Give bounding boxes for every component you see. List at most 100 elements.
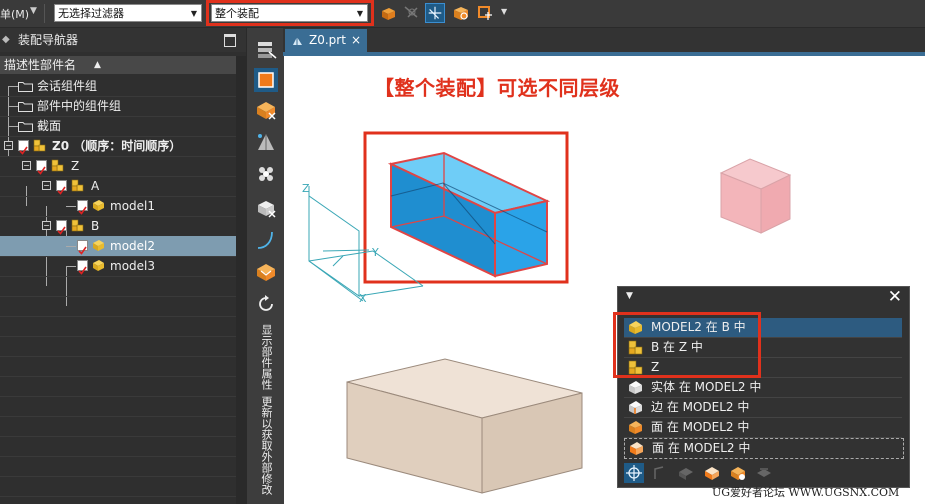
model3-body[interactable] bbox=[719, 158, 792, 234]
history-icon[interactable] bbox=[254, 228, 278, 252]
quick-pick-item-label: 面 在 MODEL2 中 bbox=[651, 420, 750, 434]
solid-body-icon bbox=[629, 381, 642, 394]
select-all-icon[interactable] bbox=[624, 463, 644, 483]
visibility-checkbox[interactable] bbox=[36, 160, 47, 175]
component-icon bbox=[93, 240, 104, 251]
select-body-icon[interactable] bbox=[451, 3, 471, 23]
update-external-changes-label[interactable]: 更新以获取外部修改 bbox=[258, 396, 274, 495]
chevron-down-icon[interactable]: ▼ bbox=[501, 7, 507, 16]
selection-filter-combo[interactable]: 无选择过滤器 ▼ bbox=[54, 4, 202, 22]
empty-row bbox=[0, 476, 236, 497]
collapse-icon[interactable]: − bbox=[42, 181, 51, 190]
tree-row-label: A bbox=[91, 179, 100, 193]
top-toolbar: 单(M) ▼ 无选择过滤器 ▼ 整个装配 ▼ ▼ bbox=[0, 0, 925, 28]
snap-point-icon[interactable] bbox=[425, 3, 445, 23]
collapse-icon[interactable]: − bbox=[4, 141, 13, 150]
assembly-navigator: ◆ 装配导航器 描述性部件名 ▲ 会话组件组 部件中的组件组 截面 − Z0 （… bbox=[0, 28, 246, 504]
empty-row bbox=[0, 276, 236, 297]
axis-z-label: Z bbox=[302, 182, 310, 195]
visibility-checkbox[interactable] bbox=[56, 220, 67, 235]
tree-row-model2[interactable]: model2 bbox=[0, 236, 236, 257]
tree-row-a[interactable]: − A bbox=[0, 176, 236, 197]
system-materials-icon[interactable] bbox=[254, 260, 278, 284]
hd3d-tools-icon[interactable] bbox=[254, 162, 278, 186]
navigator-title: 装配导航器 bbox=[18, 33, 79, 47]
quick-pick-dialog: ▼ ✕ MODEL2 在 B 中 B 在 Z 中 Z 实体 在 MODEL2 中… bbox=[613, 286, 910, 488]
feature-filter-icon[interactable] bbox=[754, 463, 774, 483]
reuse-library-icon[interactable] bbox=[254, 130, 278, 154]
quick-pick-item[interactable]: 实体 在 MODEL2 中 bbox=[624, 378, 902, 398]
collapse-icon[interactable]: − bbox=[22, 161, 31, 170]
tree-row-label: 会话组件组 bbox=[37, 79, 98, 93]
tree-row-model3[interactable]: model3 bbox=[0, 256, 236, 277]
tree-row-b[interactable]: − B bbox=[0, 216, 236, 237]
column-header[interactable]: 描述性部件名 ▲ bbox=[0, 56, 236, 74]
empty-row bbox=[0, 416, 236, 437]
face-icon bbox=[630, 442, 643, 455]
quick-pick-item-label: 边 在 MODEL2 中 bbox=[651, 400, 750, 414]
assembly-icon bbox=[33, 139, 46, 152]
body-filter-icon[interactable] bbox=[702, 463, 722, 483]
column-header-label: 描述性部件名 bbox=[4, 58, 77, 72]
chevron-down-icon[interactable]: ▼ bbox=[626, 291, 633, 301]
maximize-icon[interactable] bbox=[224, 34, 236, 47]
select-face-icon[interactable] bbox=[475, 3, 495, 23]
tree-row-z0[interactable]: − Z0 （顺序：时间顺序） bbox=[0, 136, 236, 157]
toolbar-separator bbox=[44, 4, 45, 23]
visibility-checkbox[interactable] bbox=[77, 240, 88, 255]
visibility-checkbox[interactable] bbox=[56, 180, 67, 195]
tab-z0-prt[interactable]: Z0.prt × bbox=[285, 29, 367, 52]
tree-row-label: model3 bbox=[110, 259, 155, 273]
quick-pick-item[interactable]: 面 在 MODEL2 中 bbox=[624, 418, 902, 438]
quick-pick-item[interactable]: 边 在 MODEL2 中 bbox=[624, 398, 902, 418]
resource-strip: 显示部件属性 更新以获取外部修改 bbox=[246, 28, 284, 504]
deselect-icon[interactable] bbox=[402, 3, 422, 23]
quick-pick-item[interactable]: 面 在 MODEL2 中 bbox=[624, 438, 904, 459]
tree-row-label: 部件中的组件组 bbox=[37, 99, 122, 113]
close-icon[interactable]: ✕ bbox=[888, 287, 902, 307]
visibility-checkbox[interactable] bbox=[77, 260, 88, 275]
assembly-navigator-icon[interactable] bbox=[254, 68, 278, 92]
empty-row bbox=[0, 296, 236, 317]
menu-caret-icon[interactable]: ▼ bbox=[30, 6, 37, 16]
sheet-filter-icon[interactable] bbox=[676, 463, 696, 483]
tree-row-sections[interactable]: 截面 bbox=[0, 116, 236, 137]
pin-icon[interactable]: ◆ bbox=[2, 28, 10, 52]
tab-label: Z0.prt bbox=[309, 33, 346, 47]
tree-row-session-groups[interactable]: 会话组件组 bbox=[0, 76, 236, 97]
visibility-checkbox[interactable] bbox=[77, 200, 88, 215]
model1-body[interactable] bbox=[346, 358, 583, 494]
component-icon bbox=[93, 200, 104, 211]
empty-row bbox=[0, 436, 236, 457]
watermark: UG爱好者论坛 WWW.UGSNX.COM bbox=[712, 486, 900, 499]
visibility-checkbox[interactable] bbox=[18, 140, 29, 155]
axis-x-label: X bbox=[359, 292, 367, 305]
sort-ascending-icon: ▲ bbox=[94, 60, 101, 70]
empty-row bbox=[0, 376, 236, 397]
web-browser-icon[interactable] bbox=[254, 196, 278, 220]
navigator-scrollbar[interactable] bbox=[236, 56, 246, 504]
tree-row-model1[interactable]: model1 bbox=[0, 196, 236, 217]
tree-row-label: model2 bbox=[110, 239, 155, 253]
tree-row-z[interactable]: − Z bbox=[0, 156, 236, 177]
collapse-icon[interactable]: − bbox=[42, 221, 51, 230]
component-icon bbox=[93, 260, 104, 271]
model2-body[interactable] bbox=[387, 151, 551, 278]
quick-pick-item-label: 面 在 MODEL2 中 bbox=[652, 441, 751, 455]
tree-row-part-groups[interactable]: 部件中的组件组 bbox=[0, 96, 236, 117]
component-filter-icon[interactable] bbox=[728, 463, 748, 483]
part-file-icon bbox=[293, 37, 302, 45]
tree-row-label: B bbox=[91, 219, 100, 233]
menu-button[interactable]: 单(M) bbox=[0, 6, 29, 22]
subassembly-icon bbox=[71, 179, 84, 192]
part-navigator-icon[interactable] bbox=[254, 38, 278, 62]
curve-filter-icon[interactable] bbox=[650, 463, 670, 483]
refresh-icon[interactable] bbox=[254, 292, 278, 316]
folder-icon bbox=[18, 82, 33, 92]
tree-row-label: 截面 bbox=[37, 119, 62, 133]
quick-pick-item-label: 实体 在 MODEL2 中 bbox=[651, 380, 762, 394]
close-icon[interactable]: × bbox=[351, 29, 361, 52]
display-part-properties-label[interactable]: 显示部件属性 bbox=[258, 324, 274, 390]
component-select-icon[interactable] bbox=[378, 3, 398, 23]
constraint-navigator-icon[interactable] bbox=[254, 98, 278, 122]
